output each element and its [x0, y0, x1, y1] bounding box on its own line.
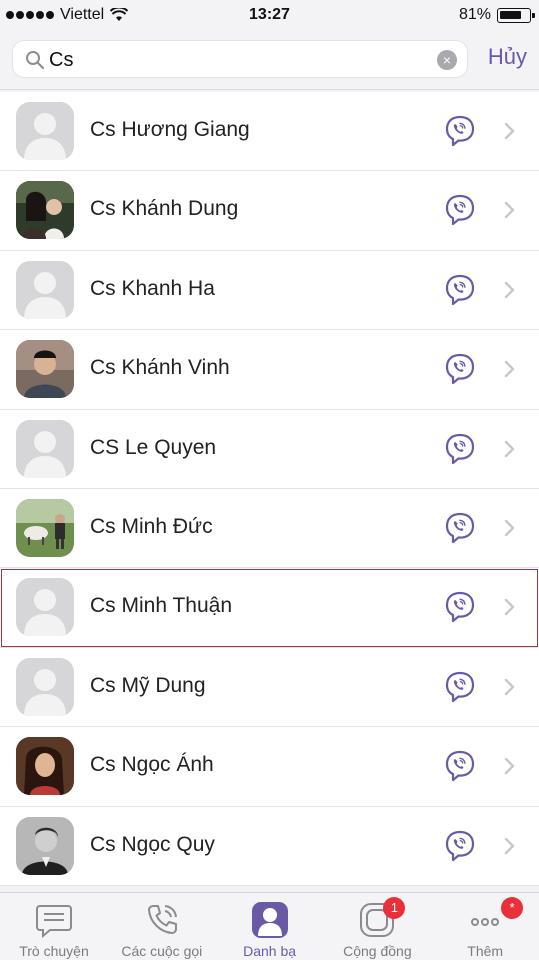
chevron-right-icon[interactable]: [503, 518, 517, 538]
contact-name: Cs Khánh Dung: [90, 197, 239, 221]
search-field[interactable]: ×: [12, 40, 468, 78]
contact-name: Cs Mỹ Dung: [90, 673, 206, 697]
contact-row[interactable]: Cs Khanh Ha: [0, 250, 539, 331]
chevron-right-icon[interactable]: [503, 121, 517, 141]
contact-row[interactable]: Cs Ngọc Quy: [0, 806, 539, 886]
search-bar: × Hủy: [0, 32, 539, 90]
viber-call-icon[interactable]: [444, 671, 476, 703]
avatar: [16, 340, 74, 399]
tab-community[interactable]: Cộng đồng 1: [323, 893, 431, 960]
phone-icon: [142, 900, 182, 940]
cancel-button[interactable]: Hủy: [488, 44, 527, 70]
search-input[interactable]: [49, 45, 429, 75]
chevron-right-icon[interactable]: [503, 836, 517, 856]
contact-name: Cs Khánh Vinh: [90, 356, 230, 380]
contact-row[interactable]: Cs Ngọc Ánh: [0, 727, 539, 807]
contact-name: CS Le Quyen: [90, 435, 217, 459]
avatar: [16, 498, 74, 557]
avatar: [16, 816, 74, 875]
more-icon: [465, 900, 505, 940]
avatar: [16, 260, 74, 319]
tab-label: Cộng đồng: [343, 943, 412, 959]
contact-row[interactable]: Cs Khánh Vinh: [0, 330, 539, 410]
status-bar: Viettel 13:27 81%: [0, 0, 539, 32]
tab-contacts[interactable]: Danh bạ: [216, 893, 324, 960]
chevron-right-icon[interactable]: [503, 200, 517, 220]
contact-name: Cs Ngọc Ánh: [90, 753, 214, 777]
avatar: [16, 657, 74, 716]
tab-label: Các cuộc gọi: [121, 943, 203, 959]
clear-search-icon[interactable]: ×: [437, 50, 457, 70]
viber-call-icon[interactable]: [444, 353, 476, 385]
viber-call-icon[interactable]: [444, 274, 476, 306]
battery-icon: [497, 7, 535, 23]
chevron-right-icon[interactable]: [503, 677, 517, 697]
viber-call-icon[interactable]: [444, 433, 476, 465]
tab-phone[interactable]: Các cuộc gọi: [108, 893, 216, 960]
viber-call-icon[interactable]: [444, 591, 476, 623]
battery-percent: 81%: [458, 6, 491, 23]
tab-label: Danh bạ: [243, 943, 297, 959]
chevron-right-icon[interactable]: [503, 359, 517, 379]
contact-name: Cs Minh Đức: [90, 514, 213, 538]
tab-more[interactable]: Thêm *: [431, 893, 539, 960]
contact-row[interactable]: Cs Mỹ Dung: [0, 647, 539, 728]
avatar: [16, 419, 74, 478]
notification-badge: 1: [383, 897, 406, 919]
viber-call-icon[interactable]: [444, 512, 476, 544]
viber-call-icon[interactable]: [444, 115, 476, 147]
contact-row[interactable]: Cs Hương Giang: [0, 92, 539, 172]
chevron-right-icon[interactable]: [503, 280, 517, 300]
contacts-icon: [250, 900, 290, 940]
avatar: [16, 737, 74, 796]
notification-badge: *: [501, 897, 524, 919]
search-icon: [26, 51, 45, 70]
tab-label: Thêm: [467, 943, 504, 959]
contact-name: Cs Minh Thuận: [90, 594, 233, 618]
tab-chat-bubble[interactable]: Trò chuyện: [0, 893, 108, 960]
viber-call-icon[interactable]: [444, 830, 476, 862]
contact-name: Cs Khanh Ha: [90, 276, 215, 300]
contact-name: Cs Ngọc Quy: [90, 832, 215, 856]
battery-status: 81%: [458, 6, 535, 24]
contact-row[interactable]: Cs Minh Đức: [0, 488, 539, 569]
avatar: [16, 578, 74, 637]
tab-bar: Trò chuyện Các cuộc gọi Danh bạ Cộng đồng 1 T…: [0, 892, 539, 960]
contact-name: Cs Hương Giang: [90, 118, 250, 141]
chevron-right-icon[interactable]: [503, 439, 517, 459]
chevron-right-icon[interactable]: [503, 597, 517, 617]
tab-label: Trò chuyện: [19, 943, 89, 959]
chevron-right-icon[interactable]: [503, 756, 517, 776]
contact-row[interactable]: Cs Minh Thuận: [0, 568, 539, 648]
avatar: [16, 102, 74, 160]
contact-row[interactable]: CS Le Quyen: [0, 409, 539, 489]
avatar: [16, 181, 74, 240]
contact-list: Cs Hương Giang Cs Khánh Dung Cs Khanh Ha Cs…: [0, 92, 539, 886]
chat-bubble-icon: [34, 900, 74, 940]
viber-call-icon[interactable]: [444, 750, 476, 782]
contact-row[interactable]: Cs Khánh Dung: [0, 171, 539, 251]
viber-call-icon[interactable]: [444, 194, 476, 226]
